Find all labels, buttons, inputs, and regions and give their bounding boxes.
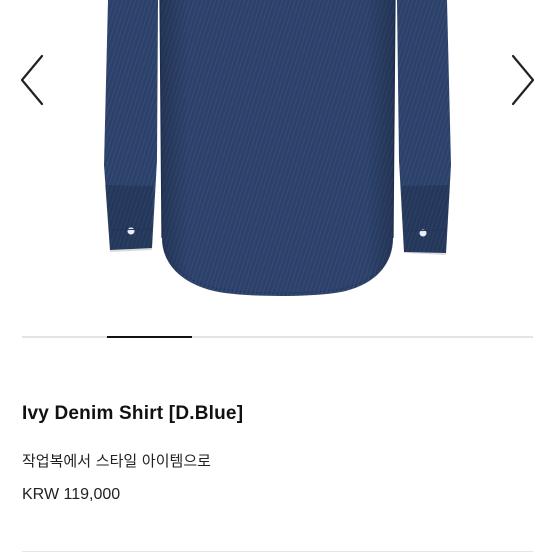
product-image <box>104 0 451 296</box>
product-subtitle: 작업복에서 스타일 아이템으로 <box>22 452 211 470</box>
gallery-progress-bar <box>22 336 533 338</box>
product-title: Ivy Denim Shirt [D.Blue] <box>22 403 244 424</box>
chevron-right-icon <box>511 54 535 106</box>
previous-image-button[interactable] <box>14 52 54 108</box>
divider <box>22 551 533 552</box>
chevron-left-icon <box>20 54 44 106</box>
product-price: KRW 119,000 <box>22 486 121 503</box>
next-image-button[interactable] <box>501 52 541 108</box>
gallery-progress-indicator <box>107 336 193 338</box>
product-image-gallery[interactable] <box>0 0 555 325</box>
